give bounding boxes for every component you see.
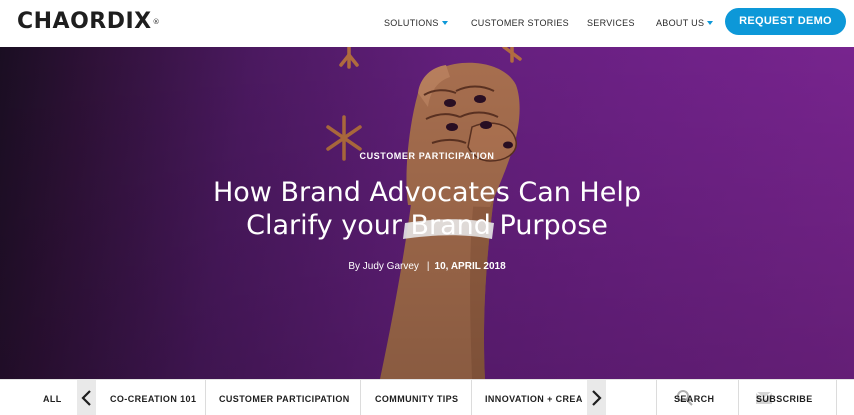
chaordix-logo[interactable]: CHAORDIX® xyxy=(17,9,160,35)
hero-banner: CUSTOMER PARTICIPATION How Brand Advocat… xyxy=(0,47,854,379)
category-divider xyxy=(471,380,472,415)
search-button[interactable]: SEARCH xyxy=(674,380,714,415)
category-divider xyxy=(205,380,206,415)
category-divider xyxy=(836,380,837,415)
category-bar: ALL CO-CREATION 101 CUSTOMER PARTICIPATI… xyxy=(0,379,854,415)
subscribe-button[interactable]: SUBSCRIBE xyxy=(756,380,813,415)
post-date: 10, APRIL 2018 xyxy=(434,261,506,272)
request-demo-button[interactable]: REQUEST DEMO xyxy=(725,8,846,35)
post-title-line-1: How Brand Advocates Can Help xyxy=(212,177,641,208)
category-divider xyxy=(656,380,657,415)
category-community-tips[interactable]: COMMUNITY TIPS xyxy=(375,380,458,415)
site-header: CHAORDIX® SOLUTIONS CUSTOMER STORIES SER… xyxy=(0,0,854,47)
post-title-line-2: Clarify your Brand Purpose xyxy=(246,210,608,241)
nav-customer-stories-label: CUSTOMER STORIES xyxy=(471,18,569,28)
category-divider xyxy=(738,380,739,415)
post-category[interactable]: CUSTOMER PARTICIPATION xyxy=(0,151,854,161)
chevron-down-icon xyxy=(441,20,448,25)
byline-separator: | xyxy=(426,261,430,272)
nav-solutions[interactable]: SOLUTIONS xyxy=(384,17,448,29)
nav-customer-stories[interactable]: CUSTOMER STORIES xyxy=(471,17,569,29)
post-title: How Brand Advocates Can Help Clarify you… xyxy=(127,176,727,242)
chevron-right-icon xyxy=(592,390,602,406)
nav-solutions-label: SOLUTIONS xyxy=(384,18,439,28)
chevron-left-icon xyxy=(81,390,91,406)
scroll-right-button[interactable] xyxy=(587,380,606,415)
nav-about-us[interactable]: ABOUT US xyxy=(656,17,714,29)
category-co-creation-101[interactable]: CO-CREATION 101 xyxy=(110,380,196,415)
nav-about-us-label: ABOUT US xyxy=(656,18,705,28)
nav-services[interactable]: SERVICES xyxy=(587,17,635,29)
category-divider xyxy=(360,380,361,415)
category-customer-participation[interactable]: CUSTOMER PARTICIPATION xyxy=(219,380,350,415)
chevron-down-icon xyxy=(707,20,714,25)
scroll-left-button[interactable] xyxy=(77,380,96,415)
category-innovation-crea[interactable]: INNOVATION + CREA xyxy=(485,380,583,415)
post-author[interactable]: By Judy Garvey xyxy=(348,261,419,272)
registered-mark: ® xyxy=(152,18,161,26)
post-byline: By Judy Garvey | 10, APRIL 2018 xyxy=(0,260,854,274)
category-all[interactable]: ALL xyxy=(43,380,62,415)
nav-services-label: SERVICES xyxy=(587,18,635,28)
